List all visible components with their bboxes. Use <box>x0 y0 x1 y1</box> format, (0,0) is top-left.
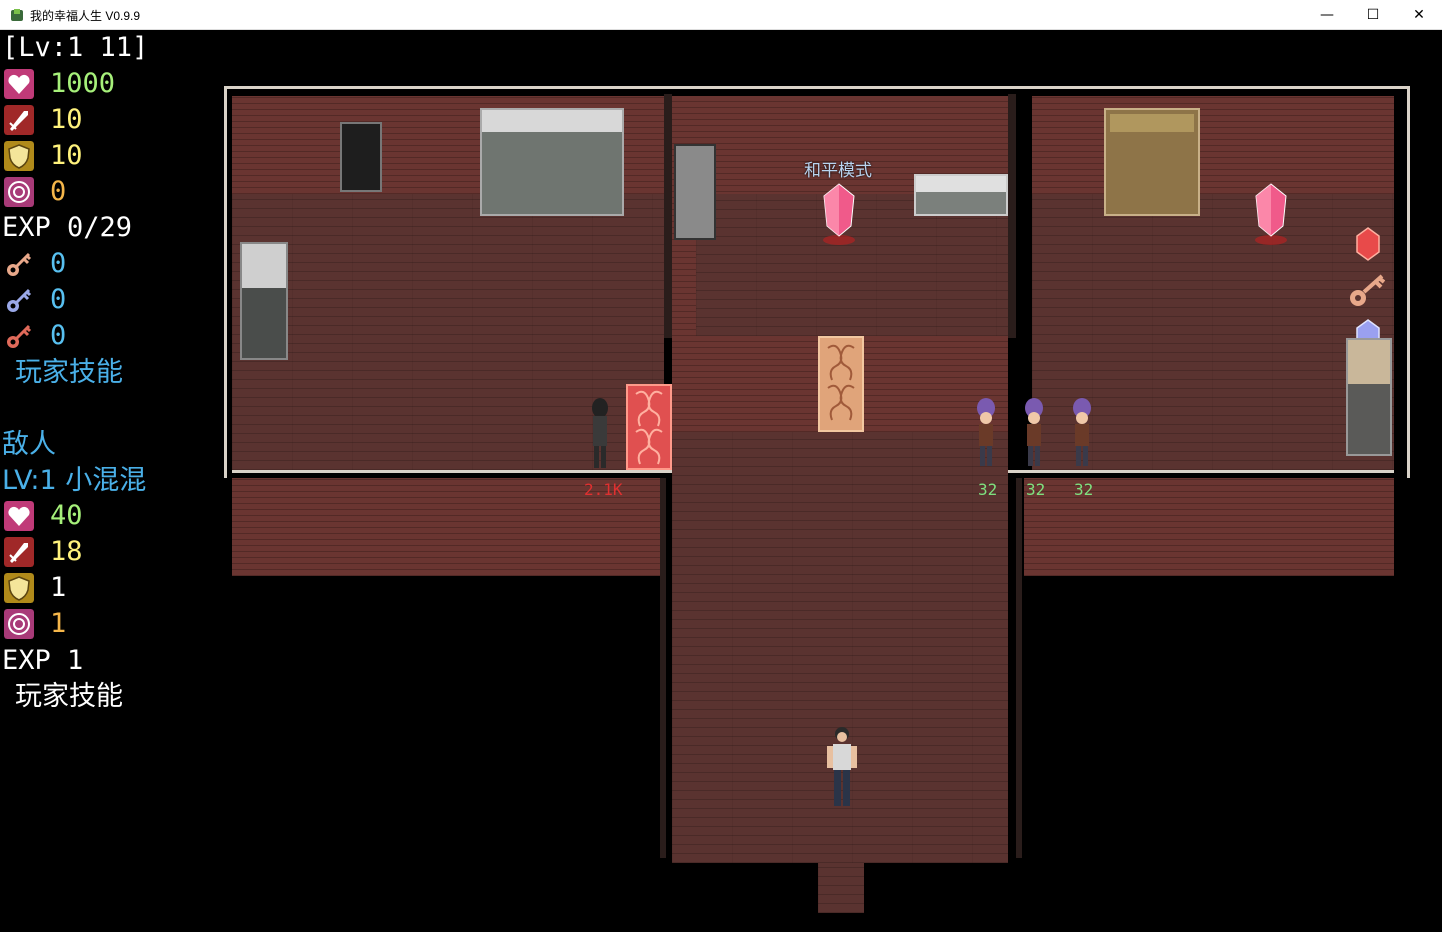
stairs[interactable] <box>674 144 716 240</box>
enemy-shield-icon <box>4 573 34 603</box>
black-door[interactable] <box>340 122 382 192</box>
enemy-damage-label-1: 32 <box>978 480 998 499</box>
window-titlebar: 我的幸福人生 V0.9.9 — ☐ ✕ <box>0 0 1442 30</box>
game-canvas[interactable]: [Lv:1 11] 1000 10 10 0 EXP 0/29 0 0 0 玩家… <box>0 31 1442 932</box>
enemy-level: LV:1 小混混 <box>2 465 147 496</box>
left-room-bottom-edge <box>232 470 672 473</box>
status-hud: [Lv:1 11] 1000 10 10 0 EXP 0/29 0 0 0 玩家… <box>0 31 220 931</box>
map-frame-right <box>1407 86 1410 478</box>
enemy-thug-1[interactable] <box>974 398 998 470</box>
heart-icon <box>4 69 34 99</box>
yellow-key-count: 0 <box>50 248 67 279</box>
boss-damage-label: 2.1K <box>584 480 623 499</box>
player-character[interactable] <box>824 724 860 810</box>
red-crystal-icon[interactable] <box>822 182 856 246</box>
game-map[interactable]: 和平模式 2.1K 32 32 32 <box>224 86 1412 916</box>
enemy-header: 敌人 <box>2 429 56 460</box>
enemy-skills-button[interactable]: 玩家技能 <box>15 680 123 714</box>
map-frame-left <box>224 86 227 478</box>
yellow-key-pickup-icon[interactable] <box>1348 270 1388 310</box>
enemy-magic: 1 <box>50 608 67 639</box>
peace-mode-label: 和平模式 <box>804 161 872 181</box>
enemy-thug-3[interactable] <box>1070 398 1094 470</box>
right-room-wall <box>1032 96 1394 194</box>
magic-circle-icon <box>4 177 34 207</box>
enemy-damage-label-2: 32 <box>1026 480 1046 499</box>
right-filing-cabinet <box>1346 338 1392 456</box>
filing-cabinet <box>240 242 288 360</box>
corridor-right-wall <box>1016 478 1022 858</box>
enemy-heart-icon <box>4 501 34 531</box>
minimize-button[interactable]: — <box>1304 0 1350 30</box>
player-skills-button[interactable]: 玩家技能 <box>15 356 123 390</box>
blue-key-count: 0 <box>50 284 67 315</box>
player-magic: 0 <box>50 176 67 207</box>
corridor-left-wall <box>660 478 666 858</box>
locker-cabinet <box>480 108 624 216</box>
red-key-count: 0 <box>50 320 67 351</box>
player-hp: 1000 <box>50 68 116 99</box>
player-def: 10 <box>50 140 83 171</box>
red-gem-icon[interactable] <box>1354 226 1382 262</box>
map-frame-top <box>224 86 1410 89</box>
red-gate[interactable] <box>626 384 672 470</box>
wooden-dresser <box>1104 108 1200 216</box>
enemy-thug-2[interactable] <box>1022 398 1046 470</box>
enemy-sword-icon <box>4 537 34 567</box>
enemy-exp: EXP 1 <box>2 645 84 676</box>
left-divider <box>664 94 672 338</box>
yellow-key-icon <box>7 252 32 276</box>
counter-cabinet <box>914 174 1008 216</box>
enemy-damage-label-3: 32 <box>1074 480 1094 499</box>
enemy-def: 1 <box>50 572 67 603</box>
player-level: [Lv:1 11] <box>2 32 149 63</box>
enemy-magic-circle-icon <box>4 609 34 639</box>
entrance-floor <box>818 863 864 913</box>
window-title: 我的幸福人生 V0.9.9 <box>30 9 141 23</box>
app-icon <box>11 9 23 21</box>
maximize-button[interactable]: ☐ <box>1350 0 1396 30</box>
player-atk: 10 <box>50 104 83 135</box>
right-divider <box>1008 94 1016 338</box>
boss-npc[interactable] <box>588 398 612 470</box>
red-crystal-2-icon[interactable] <box>1254 182 1288 246</box>
enemy-atk: 18 <box>50 536 83 567</box>
player-exp: EXP 0/29 <box>2 212 133 243</box>
red-key-icon <box>7 324 32 348</box>
sword-icon <box>4 105 34 135</box>
right-room-bottom-edge <box>1008 470 1394 473</box>
orange-gate[interactable] <box>818 336 864 432</box>
close-button[interactable]: ✕ <box>1396 0 1442 30</box>
enemy-hp: 40 <box>50 500 83 531</box>
shield-icon <box>4 141 34 171</box>
blue-key-icon <box>7 288 32 312</box>
